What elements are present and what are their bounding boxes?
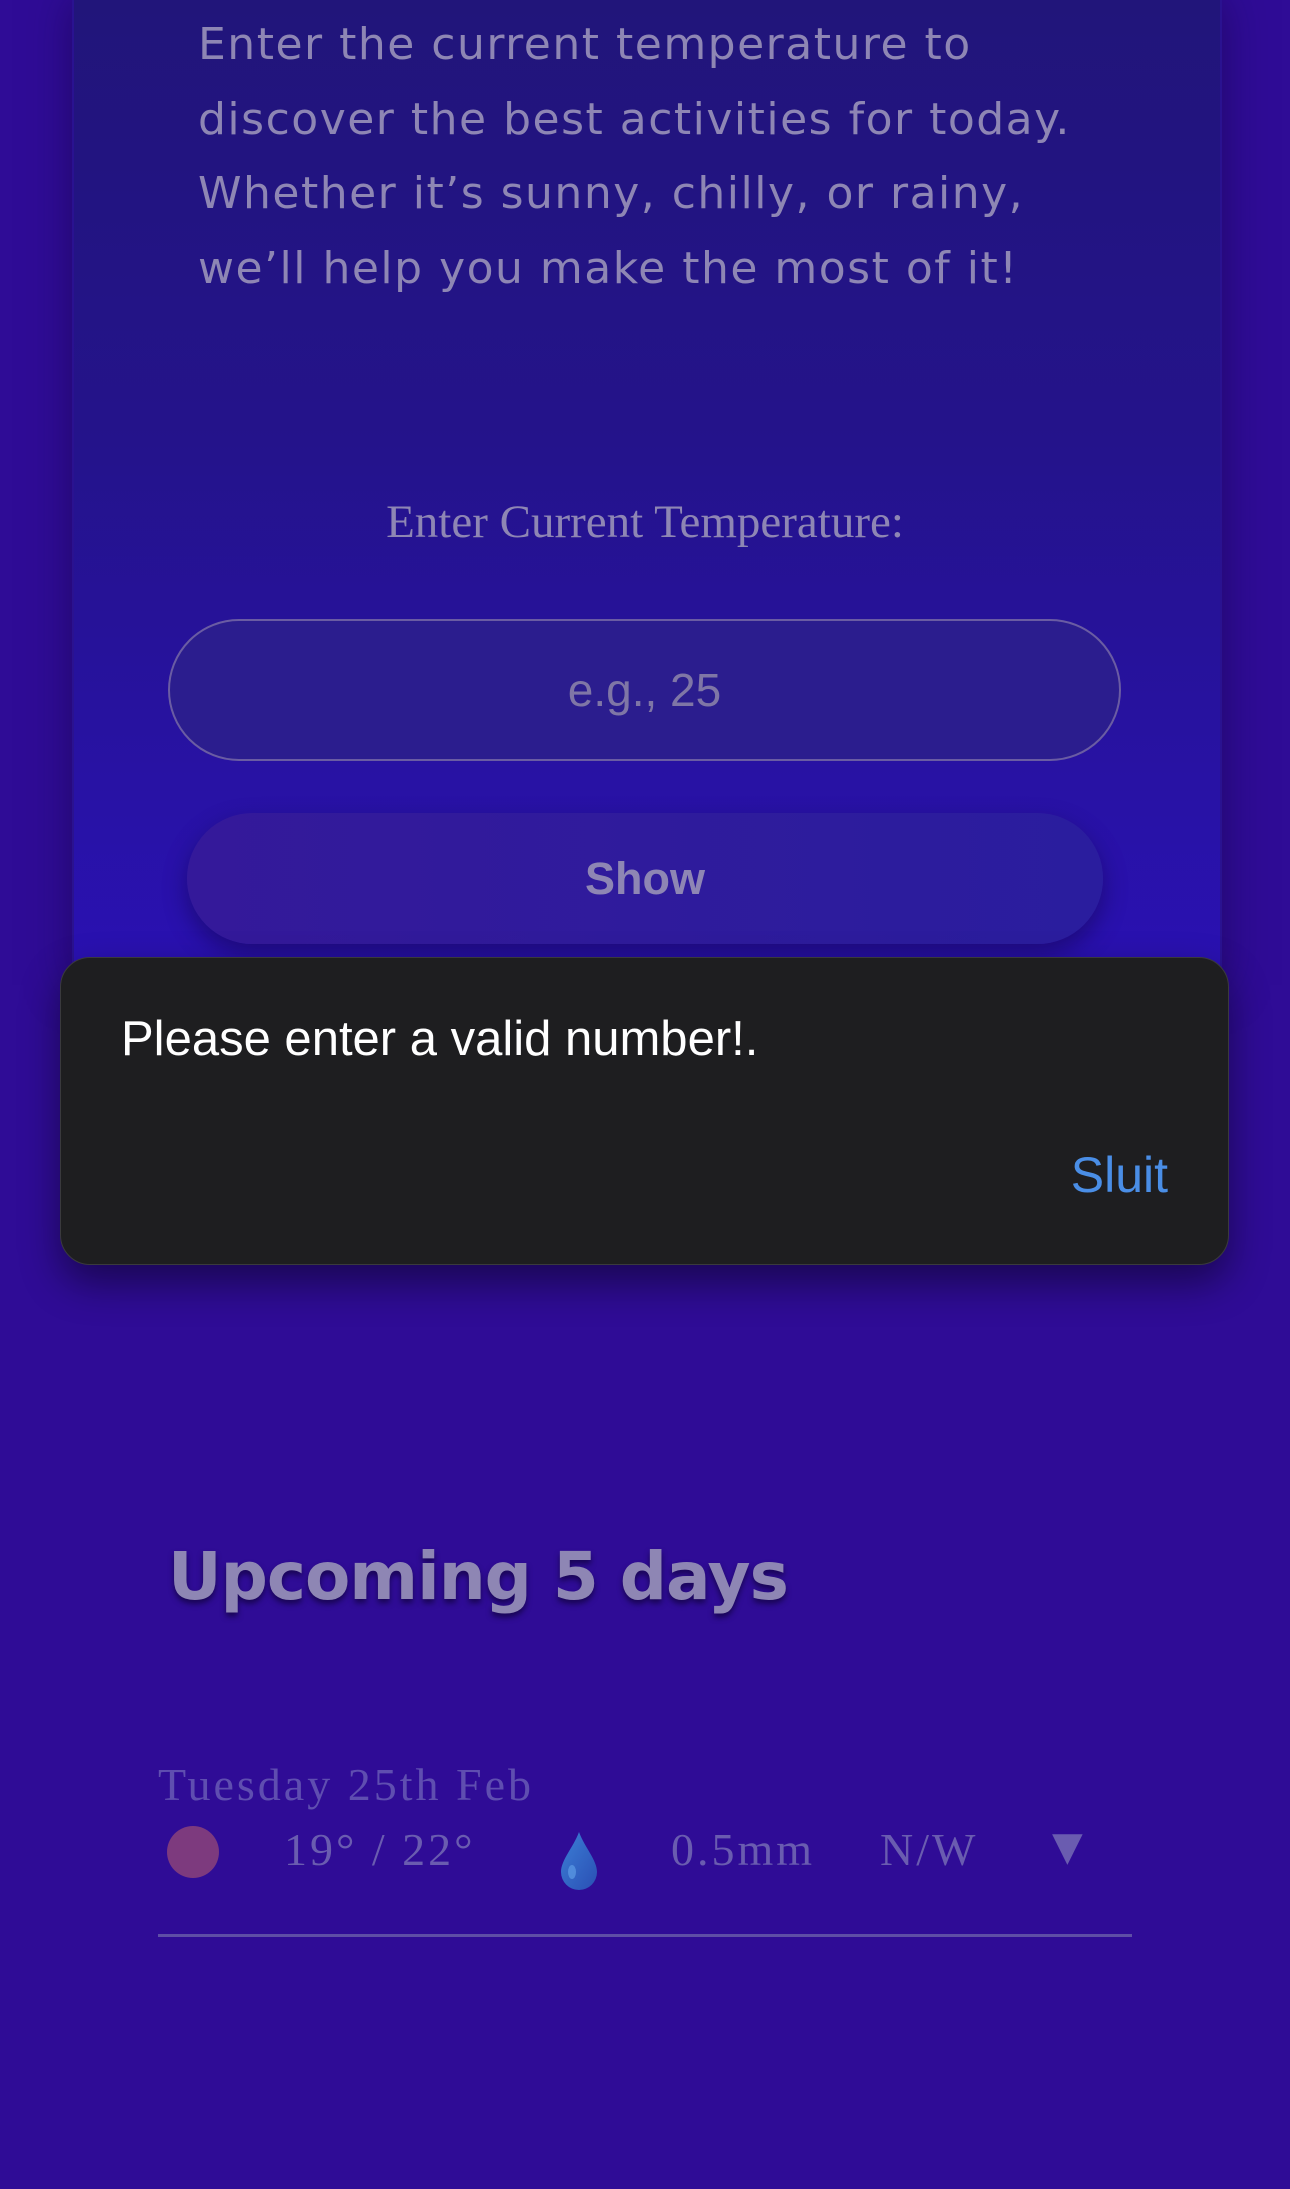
temperature-input[interactable] bbox=[168, 619, 1121, 761]
forecast-date: Tuesday 25th Feb bbox=[158, 1759, 534, 1810]
alert-close-button[interactable]: Sluit bbox=[1071, 1146, 1168, 1204]
divider bbox=[158, 1934, 1132, 1937]
forecast-rain: 0.5mm bbox=[671, 1824, 816, 1875]
sun-icon bbox=[167, 1826, 219, 1878]
intro-line: Whether it’s sunny, chilly, or rainy, bbox=[198, 168, 1025, 219]
intro-text: Enter the current temperature to discove… bbox=[198, 8, 1098, 306]
intro-line: we’ll help you make the most of it! bbox=[198, 242, 1019, 294]
intro-line: discover the best activities for today. bbox=[198, 93, 1071, 145]
alert-dialog: Please enter a valid number!. Sluit bbox=[60, 957, 1229, 1265]
forecast-title: Upcoming 5 days bbox=[168, 1538, 789, 1615]
temperature-label: Enter Current Temperature: bbox=[386, 496, 904, 548]
forecast-temperature-range: 19° / 22° bbox=[284, 1824, 476, 1875]
water-drop-icon bbox=[561, 1832, 597, 1890]
forecast-wind: N/W bbox=[880, 1824, 979, 1875]
alert-message: Please enter a valid number!. bbox=[121, 1012, 759, 1066]
intro-line: Enter the current temperature to bbox=[198, 19, 972, 70]
show-button[interactable]: Show bbox=[187, 813, 1103, 944]
forecast-day-row[interactable]: Tuesday 25th Feb 19° / 22° 0.5mm N/W ▼ bbox=[158, 1750, 1132, 1940]
chevron-down-icon[interactable]: ▼ bbox=[1052, 1824, 1083, 1870]
